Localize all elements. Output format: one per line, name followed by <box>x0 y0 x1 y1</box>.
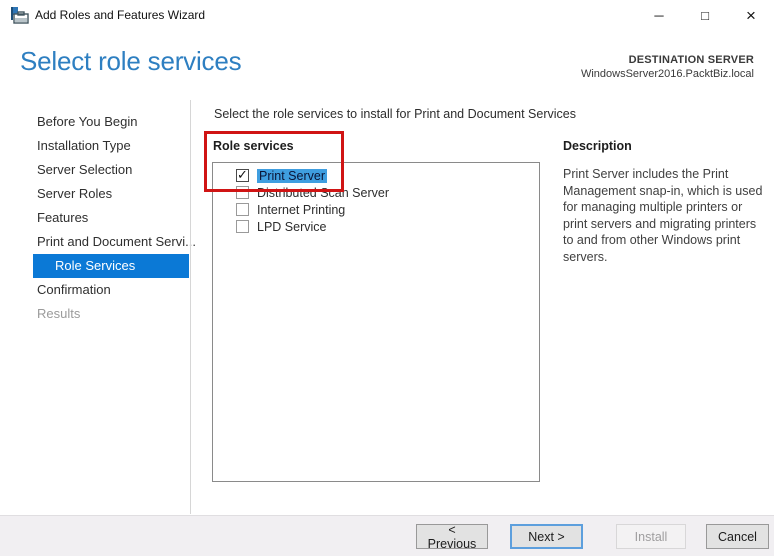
checkmark-icon: ✓ <box>237 167 248 182</box>
window-controls: ─ □ × <box>636 0 774 30</box>
print-server-checkbox[interactable]: ✓ <box>236 167 249 182</box>
destination-server-name: WindowsServer2016.PacktBiz.local <box>580 68 754 80</box>
sidebar-divider <box>190 100 191 514</box>
page-instruction: Select the role services to install for … <box>214 107 576 121</box>
sidebar-item-before-you-begin[interactable]: Before You Begin <box>0 110 190 134</box>
description-text: Print Server includes the Print Manageme… <box>563 167 763 264</box>
window-title: Add Roles and Features Wizard <box>35 8 206 22</box>
role-service-row-distributed-scan-server[interactable]: Distributed Scan Server <box>213 184 539 201</box>
role-service-row-internet-printing[interactable]: Internet Printing <box>213 201 539 218</box>
install-button[interactable]: Install <box>616 524 686 549</box>
next-button[interactable]: Next > <box>510 524 583 549</box>
minimize-button[interactable]: ─ <box>636 0 682 30</box>
wizard-steps-sidebar: Before You Begin Installation Type Serve… <box>0 100 196 514</box>
role-services-group-label: Role services <box>213 139 294 153</box>
role-service-label: Print Server <box>257 168 327 183</box>
previous-button[interactable]: < Previous <box>416 523 488 551</box>
cancel-button[interactable]: Cancel <box>706 524 769 549</box>
role-services-listbox: ✓ Print Server Distributed Scan Server I… <box>212 162 540 482</box>
sidebar-item-confirmation[interactable]: Confirmation <box>0 278 190 302</box>
sidebar-item-results: Results <box>37 306 81 321</box>
destination-server-label: DESTINATION SERVER <box>628 54 754 66</box>
role-service-label: Internet Printing <box>257 202 346 217</box>
sidebar-item-features[interactable]: Features <box>0 206 190 230</box>
role-service-label: LPD Service <box>257 219 327 234</box>
role-service-label: Distributed Scan Server <box>257 185 390 200</box>
minimize-icon: ─ <box>654 7 664 23</box>
role-service-row-print-server[interactable]: ✓ Print Server <box>213 167 539 184</box>
description-title: Description <box>563 139 632 153</box>
maximize-icon: □ <box>701 7 709 23</box>
lpd-service-checkbox[interactable] <box>236 220 249 233</box>
wizard-app-icon <box>10 6 29 24</box>
page-title: Select role services <box>20 46 242 76</box>
description-panel: Description Print Server includes the Pr… <box>563 139 765 265</box>
sidebar-item-server-selection[interactable]: Server Selection <box>0 158 190 182</box>
maximize-button[interactable]: □ <box>682 0 728 30</box>
close-icon: × <box>746 5 756 25</box>
internet-printing-checkbox[interactable] <box>236 203 249 216</box>
distributed-scan-server-checkbox[interactable] <box>236 186 249 199</box>
titlebar: Add Roles and Features Wizard ─ □ × <box>0 0 774 30</box>
sidebar-item-server-roles[interactable]: Server Roles <box>0 182 190 206</box>
sidebar-item-installation-type[interactable]: Installation Type <box>0 134 190 158</box>
role-service-row-lpd-service[interactable]: LPD Service <box>213 218 539 235</box>
sidebar-item-role-services[interactable]: Role Services <box>33 254 189 278</box>
close-button[interactable]: × <box>728 0 774 30</box>
destination-server-block: DESTINATION SERVER WindowsServer2016.Pac… <box>581 54 754 80</box>
sidebar-item-print-and-document-services[interactable]: Print and Document Servi... <box>0 230 196 254</box>
